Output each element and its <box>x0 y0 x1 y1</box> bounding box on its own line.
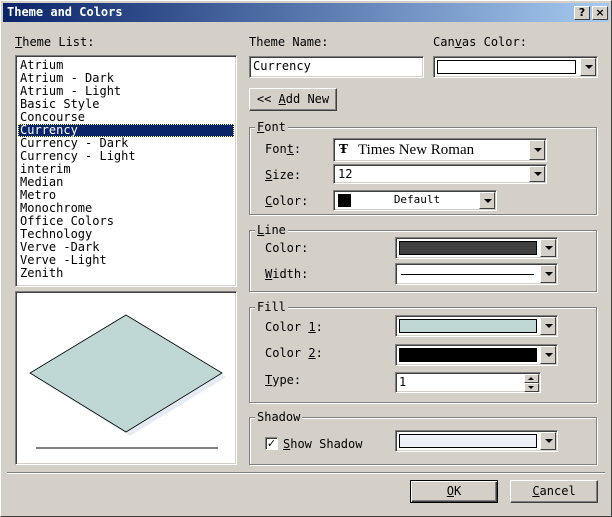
canvas-color-dropdown[interactable] <box>433 56 598 78</box>
font-value: Times New Roman <box>358 142 475 158</box>
window-title: Theme and Colors <box>7 5 123 19</box>
preview-canvas <box>29 314 226 449</box>
line-group-title: Line <box>255 223 288 237</box>
size-chevron-down-icon[interactable] <box>529 166 545 182</box>
chevron-down-icon[interactable] <box>580 58 596 76</box>
theme-list[interactable]: Atrium Atrium - Dark Atrium - Light Basic S… <box>15 55 237 287</box>
check-icon: ✓ <box>266 437 277 450</box>
fill-color2-chevron-down-icon[interactable] <box>540 346 556 364</box>
font-color-dropdown[interactable]: Default <box>333 190 497 211</box>
spin-up-icon[interactable] <box>524 374 539 383</box>
fill-color1-label: Color 1: <box>265 320 323 334</box>
title-bar[interactable]: Theme and Colors ? × <box>3 3 609 22</box>
theme-colors-dialog: Theme and Colors ? × Theme List: Atrium A… <box>0 0 612 517</box>
font-color-value: Default <box>393 193 441 206</box>
footer-separator <box>7 472 605 474</box>
line-color-swatch <box>399 241 537 255</box>
add-new-button[interactable]: << Add New <box>249 88 337 111</box>
size-label: Size: <box>265 168 302 182</box>
preview-diamond-shape <box>29 314 223 433</box>
line-color-dropdown[interactable] <box>395 237 558 259</box>
line-color-chevron-down-icon[interactable] <box>540 239 556 257</box>
fill-group-title: Fill <box>255 300 288 314</box>
theme-name-label: Theme Name: <box>249 35 329 49</box>
fill-color1-dropdown[interactable] <box>395 315 558 337</box>
line-width-chevron-down-icon[interactable] <box>540 265 556 283</box>
shadow-color-chevron-down-icon[interactable] <box>540 432 556 450</box>
canvas-color-swatch <box>437 60 576 74</box>
fill-type-value[interactable]: 1 <box>399 375 406 389</box>
fill-type-spinner[interactable]: 1 <box>395 372 541 393</box>
font-color-chevron-down-icon[interactable] <box>479 192 495 209</box>
font-color-label: Color: <box>265 194 309 208</box>
font-color-swatch <box>338 194 351 207</box>
theme-name-input[interactable]: Currency <box>249 56 424 78</box>
fill-color1-chevron-down-icon[interactable] <box>540 317 556 335</box>
font-label: Font: <box>265 142 302 156</box>
theme-preview <box>15 291 237 465</box>
show-shadow-checkbox[interactable]: ✓ <box>265 437 278 450</box>
help-icon: ? <box>578 6 586 19</box>
fill-color2-swatch <box>399 348 537 362</box>
shadow-color-dropdown[interactable] <box>395 430 558 452</box>
line-width-dropdown[interactable] <box>395 263 558 285</box>
close-icon: × <box>595 6 605 19</box>
cancel-button[interactable]: Cancel <box>510 480 598 503</box>
line-color-label: Color: <box>265 241 309 255</box>
font-dropdown[interactable]: Ŧ Times New Roman <box>333 138 547 162</box>
fill-type-label: Type: <box>265 373 302 387</box>
shadow-group-title: Shadow <box>255 410 303 424</box>
canvas-color-label: Canvas Color: <box>433 35 527 49</box>
show-shadow-label[interactable]: Show Shadow <box>283 437 362 451</box>
fill-color2-dropdown[interactable] <box>395 344 558 366</box>
size-value: 12 <box>338 167 353 181</box>
theme-list-label: Theme List: <box>15 35 95 49</box>
ok-button[interactable]: OK <box>410 480 498 503</box>
help-button[interactable]: ? <box>574 6 590 20</box>
line-width-label: Width: <box>265 267 309 281</box>
spin-down-icon[interactable] <box>524 383 539 392</box>
font-chevron-down-icon[interactable] <box>529 140 545 160</box>
shadow-color-swatch <box>399 434 537 448</box>
theme-list-item[interactable]: Zenith <box>18 267 234 280</box>
fill-color1-swatch <box>399 319 537 333</box>
truetype-font-icon: Ŧ <box>339 142 348 156</box>
close-button[interactable]: × <box>592 6 608 20</box>
size-dropdown[interactable]: 12 <box>333 164 547 184</box>
fill-color2-label: Color 2: <box>265 346 323 360</box>
line-width-sample <box>401 274 534 275</box>
font-group-title: Font <box>255 120 288 134</box>
